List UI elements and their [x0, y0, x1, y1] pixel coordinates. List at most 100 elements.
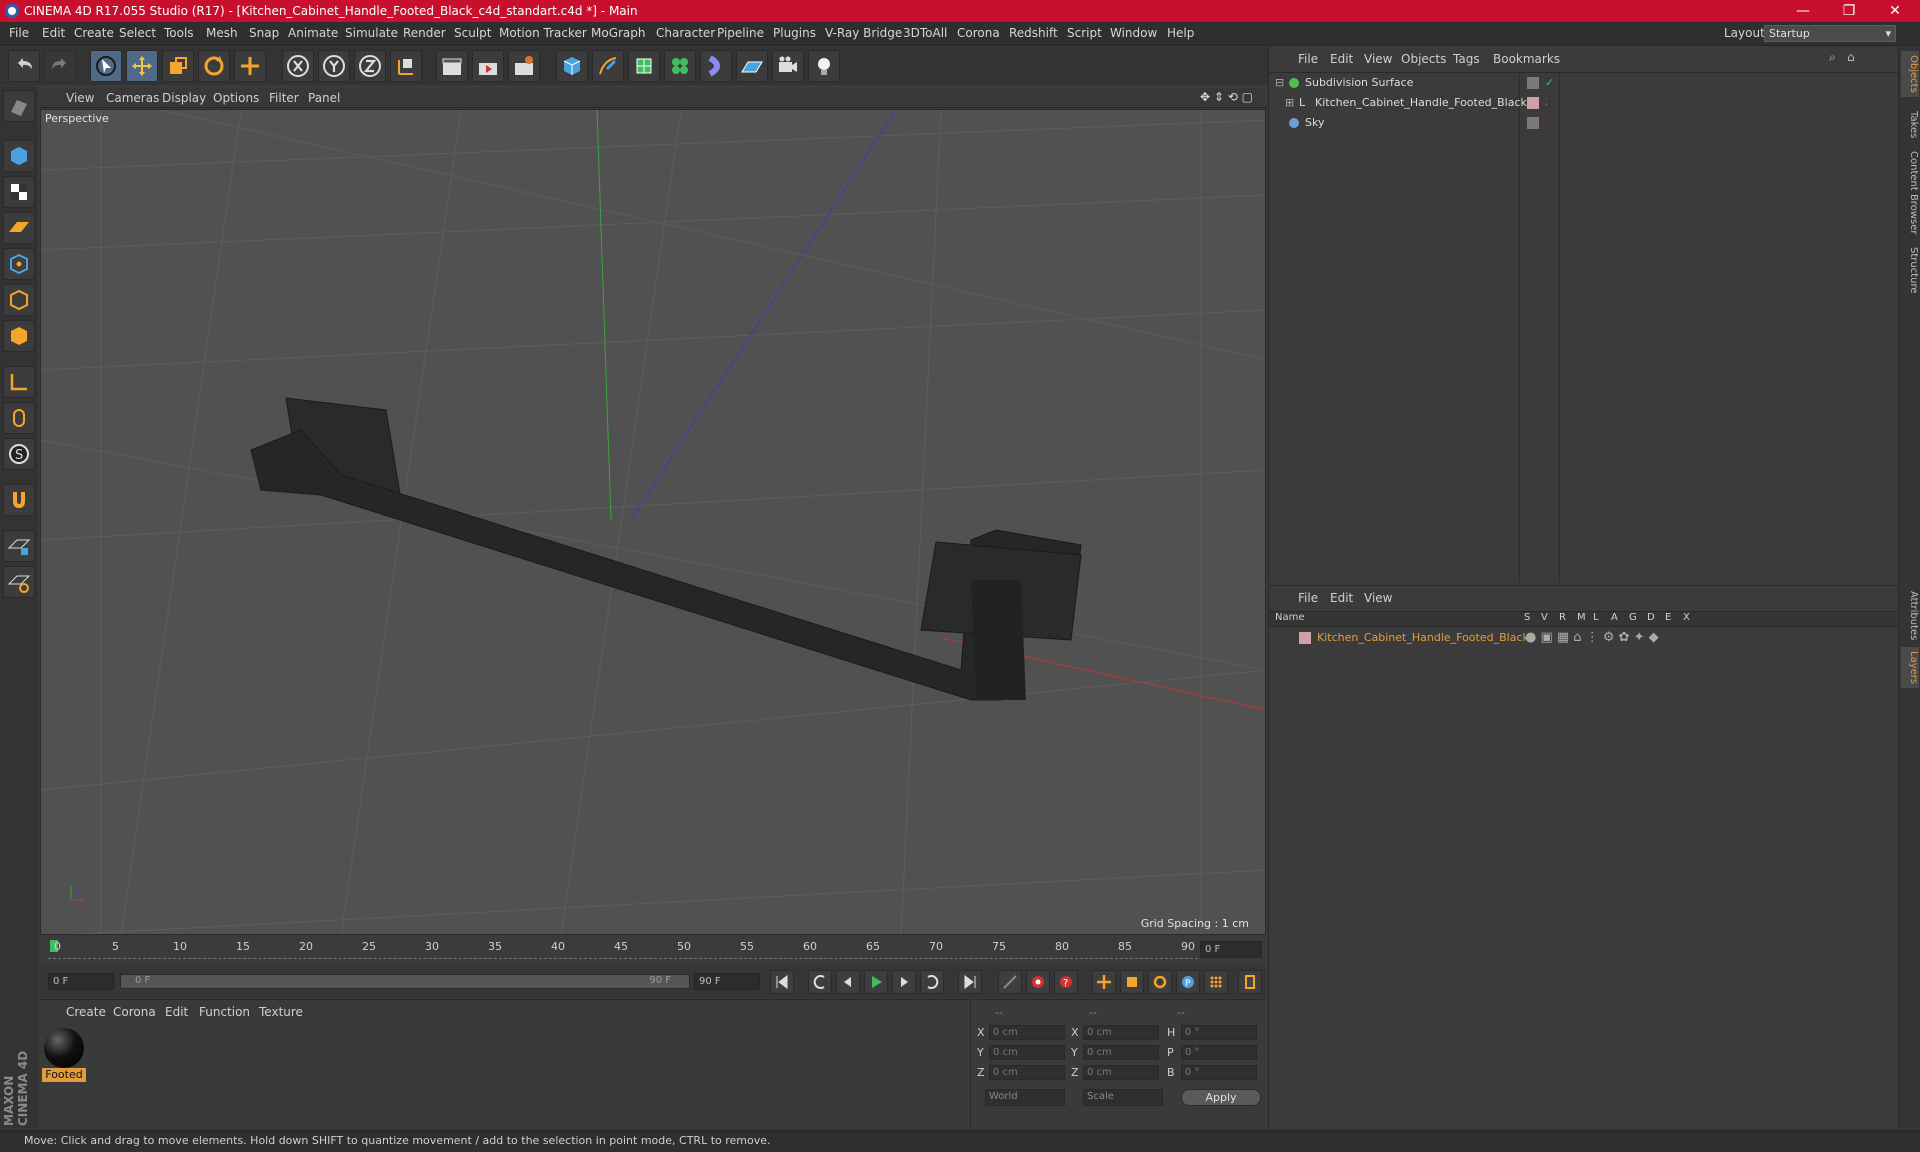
go-to-start-button[interactable] [770, 970, 794, 994]
menu-3dtoall[interactable]: 3DToAll [903, 26, 947, 40]
planar-workplane-button[interactable] [3, 566, 35, 598]
layout-dropdown[interactable]: Startup ▾ [1764, 25, 1896, 42]
select-tool-button[interactable] [90, 50, 122, 82]
collapse-icon[interactable]: ⊟ [1275, 74, 1284, 92]
rotation-p-field[interactable]: 0 ° [1181, 1045, 1257, 1060]
apply-button[interactable]: Apply [1181, 1089, 1261, 1106]
scale-tool-button[interactable] [162, 50, 194, 82]
3d-viewport[interactable]: Perspective Grid Spacing : 1 cm [40, 109, 1266, 935]
render-settings-button[interactable] [508, 50, 540, 82]
layers-menu-edit[interactable]: Edit [1330, 591, 1353, 605]
go-to-end-button[interactable] [958, 970, 982, 994]
size-x-field[interactable]: 0 cm [1083, 1025, 1159, 1040]
objects-menu-objects[interactable]: Objects [1401, 52, 1446, 66]
rotation-b-field[interactable]: 0 ° [1181, 1065, 1257, 1080]
subdivision-button[interactable] [628, 50, 660, 82]
rotate-tool-button[interactable] [198, 50, 230, 82]
size-mode-dropdown[interactable]: Scale [1083, 1089, 1163, 1106]
size-z-field[interactable]: 0 cm [1083, 1065, 1159, 1080]
menu-corona[interactable]: Corona [957, 26, 1000, 40]
tab-structure[interactable]: Structure [1901, 243, 1919, 298]
menu-snap[interactable]: Snap [249, 26, 279, 40]
model-mode-button[interactable] [3, 140, 35, 172]
objects-menu-file[interactable]: File [1298, 52, 1318, 66]
home-icon[interactable]: ⌂ [1847, 50, 1855, 64]
tab-takes[interactable]: Takes [1901, 107, 1919, 142]
viewport-menu-cameras[interactable]: Cameras [106, 91, 159, 105]
material-menu-create[interactable]: Create [66, 1005, 106, 1019]
layer-row[interactable]: Kitchen_Cabinet_Handle_Footed_Black ● ▣ … [1273, 629, 1893, 647]
visibility-dots-icon[interactable]: ⁚ [1545, 114, 1548, 132]
coordinate-mode-dropdown[interactable]: World [985, 1089, 1065, 1106]
objects-menu-edit[interactable]: Edit [1330, 52, 1353, 66]
viewport-navigation-icons[interactable]: ✥ ⇕ ⟲ ▢ [1200, 90, 1253, 104]
menu-animate[interactable]: Animate [288, 26, 338, 40]
menu-edit[interactable]: Edit [42, 26, 65, 40]
menu-script[interactable]: Script [1067, 26, 1102, 40]
viewport-menu-filter[interactable]: Filter [269, 91, 299, 105]
objects-menu-tags[interactable]: Tags [1453, 52, 1480, 66]
position-y-field[interactable]: 0 cm [989, 1045, 1065, 1060]
layer-toggle-icons[interactable]: ● ▣ ▦ ⌂ ⋮ ⚙ ✿ ✦ ◆ [1525, 629, 1659, 647]
close-button[interactable]: ✕ [1872, 0, 1918, 22]
menu-render[interactable]: Render [403, 26, 446, 40]
axis-mode-button[interactable] [3, 366, 35, 398]
redo-button[interactable] [44, 50, 76, 82]
layer-color-swatch[interactable] [1299, 632, 1311, 644]
expand-icon[interactable]: ⊞ [1285, 94, 1294, 112]
viewport-menu-view[interactable]: View [66, 91, 94, 105]
menu-plugins[interactable]: Plugins [773, 26, 816, 40]
snap-button[interactable] [3, 484, 35, 516]
next-key-button[interactable] [920, 970, 944, 994]
visibility-dots-icon[interactable]: ⁚ [1545, 94, 1548, 112]
maximize-button[interactable]: ❐ [1826, 0, 1872, 22]
coordinate-system-button[interactable] [390, 50, 422, 82]
minimize-button[interactable]: — [1780, 0, 1826, 22]
menu-character[interactable]: Character [656, 26, 715, 40]
workplane-mode-button[interactable] [3, 212, 35, 244]
undo-button[interactable] [8, 50, 40, 82]
previous-frame-button[interactable] [836, 970, 860, 994]
menu-redshift[interactable]: Redshift [1009, 26, 1058, 40]
objects-menu-bookmarks[interactable]: Bookmarks [1493, 52, 1560, 66]
material-swatch[interactable]: Footed [42, 1026, 86, 1082]
size-y-field[interactable]: 0 cm [1083, 1045, 1159, 1060]
render-to-picture-viewer-button[interactable] [472, 50, 504, 82]
key-pla-button[interactable] [1204, 970, 1228, 994]
key-rotation-button[interactable] [1148, 970, 1172, 994]
motion-path-button[interactable] [998, 970, 1022, 994]
deformer-button[interactable] [700, 50, 732, 82]
timeline-window-button[interactable] [1238, 970, 1262, 994]
key-scale-button[interactable] [1120, 970, 1144, 994]
menu-vray-bridge[interactable]: V-Ray Bridge [825, 26, 902, 40]
object-row[interactable]: ⊟ Subdivision Surface ✓ [1273, 74, 1893, 92]
search-icon[interactable]: ⌕ [1829, 50, 1836, 65]
auto-key-button[interactable]: ? [1054, 970, 1078, 994]
viewport-menu-display[interactable]: Display [162, 91, 206, 105]
frame-range-slider[interactable]: 0 F 90 F [120, 974, 690, 989]
light-button[interactable] [808, 50, 840, 82]
layers-menu-view[interactable]: View [1364, 591, 1392, 605]
objects-menu-view[interactable]: View [1364, 52, 1392, 66]
locked-workplane-button[interactable] [3, 530, 35, 562]
cube-object-button[interactable] [556, 50, 588, 82]
object-row[interactable]: Sky ⁚ [1273, 114, 1893, 132]
current-frame-field[interactable]: 0 F [1200, 941, 1262, 958]
enabled-check-icon[interactable]: ✓ [1545, 74, 1554, 92]
floor-button[interactable] [736, 50, 768, 82]
move-tool-button[interactable] [126, 50, 158, 82]
texture-mode-button[interactable] [3, 176, 35, 208]
rotation-h-field[interactable]: 0 ° [1181, 1025, 1257, 1040]
material-menu-edit[interactable]: Edit [165, 1005, 188, 1019]
tweak-mode-button[interactable] [3, 402, 35, 434]
spline-pen-button[interactable] [592, 50, 624, 82]
x-axis-button[interactable] [282, 50, 314, 82]
z-axis-button[interactable] [354, 50, 386, 82]
material-menu-corona[interactable]: Corona [113, 1005, 156, 1019]
make-editable-button[interactable] [3, 90, 35, 122]
menu-file[interactable]: File [9, 26, 29, 40]
next-frame-button[interactable] [892, 970, 916, 994]
end-frame-field[interactable]: 90 F [694, 973, 760, 990]
polygons-mode-button[interactable] [3, 320, 35, 352]
record-button[interactable] [1026, 970, 1050, 994]
